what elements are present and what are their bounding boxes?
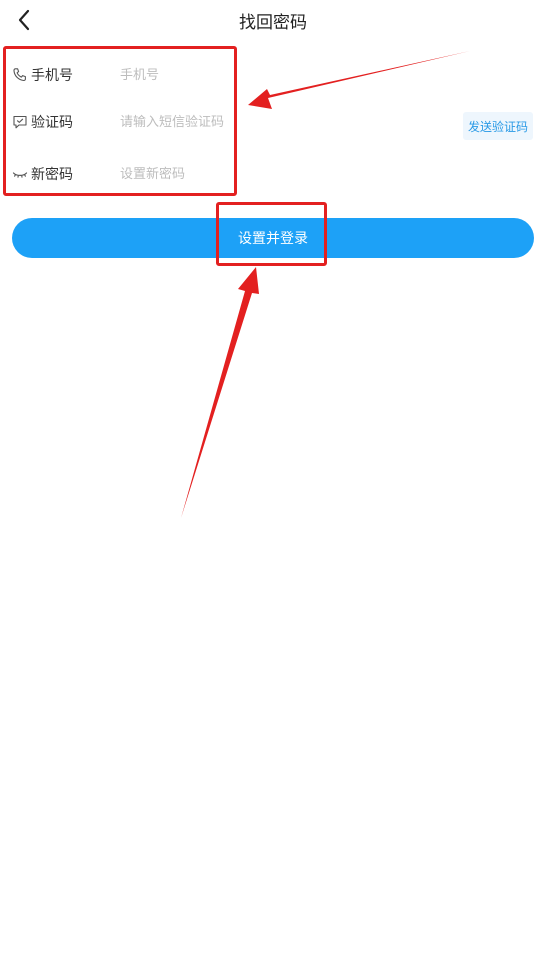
- annotation-arrow-upper: [248, 51, 470, 109]
- annotation-arrow-lower: [181, 267, 259, 518]
- annotation-arrows: [181, 51, 470, 518]
